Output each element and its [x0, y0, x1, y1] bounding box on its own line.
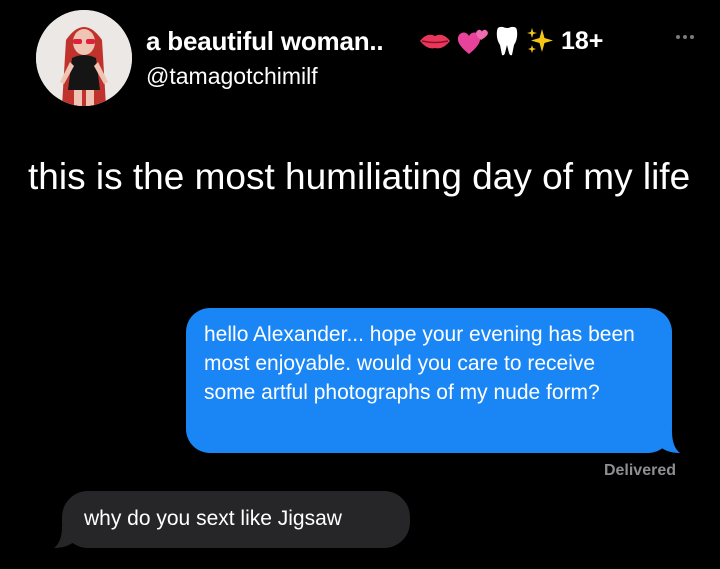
handle[interactable]: @tamagotchimilf: [146, 63, 318, 90]
bubble-tail-icon: [54, 526, 76, 548]
outgoing-message-text: hello Alexander... hope your evening has…: [204, 323, 635, 404]
lips-icon: [420, 34, 450, 49]
sparkles-icon: [527, 28, 553, 53]
delivered-status: Delivered: [603, 462, 676, 479]
two-hearts-icon: [457, 29, 488, 54]
name-emoji-row: 18+: [419, 24, 603, 58]
incoming-message-bubble[interactable]: why do you sext like Jigsaw: [54, 491, 410, 548]
incoming-message-text: why do you sext like Jigsaw: [84, 507, 342, 530]
more-options-icon[interactable]: [676, 31, 702, 43]
age-badge: 18+: [561, 26, 604, 55]
outgoing-message-bubble[interactable]: hello Alexander... hope your evening has…: [186, 308, 680, 453]
tooth-icon: [496, 26, 518, 56]
display-name[interactable]: a beautiful woman..: [146, 26, 384, 57]
bubble-tail-icon: [658, 431, 680, 453]
tweet-text: this is the most humiliating day of my l…: [28, 156, 691, 197]
avatar[interactable]: [36, 10, 132, 106]
